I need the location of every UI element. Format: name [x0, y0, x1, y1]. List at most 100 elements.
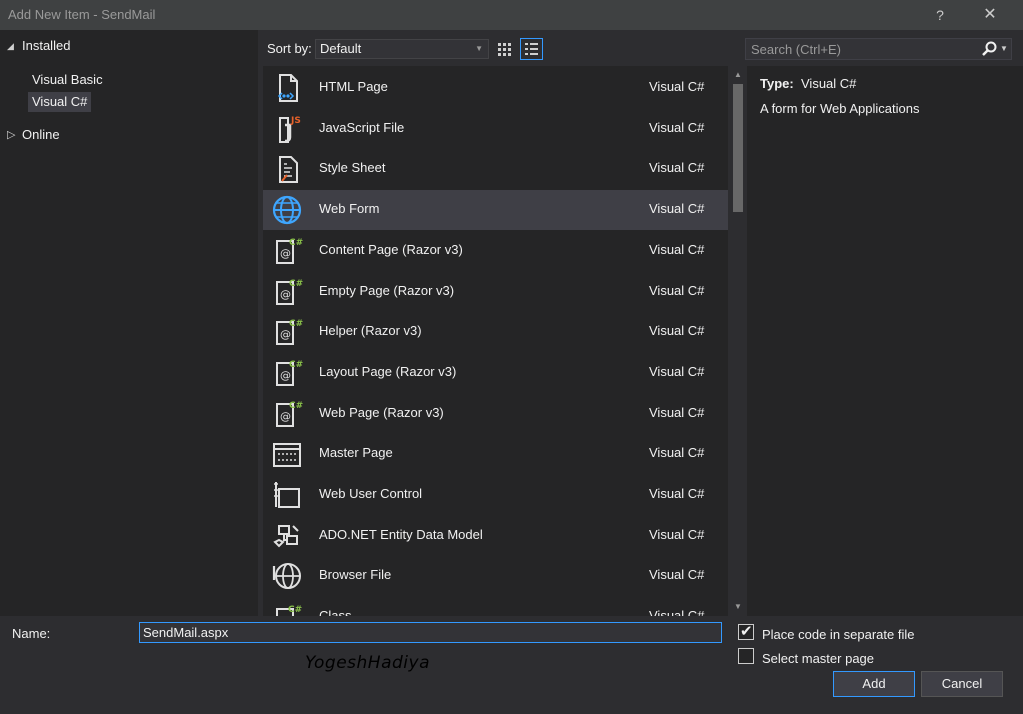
template-item-language: Visual C#	[649, 201, 705, 217]
template-item[interactable]: Browser File Visual C#	[263, 556, 728, 596]
template-item-language: Visual C#	[649, 608, 705, 616]
search-options-chevron-icon[interactable]: ▼	[1000, 44, 1008, 53]
details-view-button[interactable]	[520, 38, 543, 60]
scroll-thumb[interactable]	[733, 84, 743, 212]
template-item[interactable]: @ C# Empty Page (Razor v3) Visual C#	[263, 272, 728, 312]
template-item-language: Visual C#	[649, 160, 705, 176]
razor-page-icon: @ C#	[271, 357, 303, 389]
style-sheet-icon	[271, 153, 303, 185]
type-value: Visual C#	[801, 76, 857, 91]
svg-text:@: @	[280, 369, 291, 382]
template-item[interactable]: Web Form Visual C#	[263, 190, 728, 231]
details-pane: Type: Visual C# A form for Web Applicati…	[747, 66, 1023, 616]
search-icon[interactable]	[980, 41, 998, 57]
search-box[interactable]: Search (Ctrl+E) ▼	[745, 38, 1012, 60]
template-item-name: ADO.NET Entity Data Model	[319, 526, 483, 542]
title-bar: Add New Item - SendMail ? ✕	[0, 0, 1023, 30]
template-item-language: Visual C#	[649, 567, 705, 583]
place-code-checkbox[interactable]: ✔	[738, 623, 754, 640]
template-item[interactable]: HTML Page Visual C#	[263, 68, 728, 108]
list-view-icon	[525, 43, 538, 55]
svg-text:C#: C#	[288, 605, 302, 615]
template-item[interactable]: Style Sheet Visual C#	[263, 149, 728, 189]
razor-page-icon: @ C#	[271, 235, 303, 267]
template-list: HTML Page Visual C# JS JavaScript File Visua…	[263, 66, 728, 616]
tree-item-visual-csharp[interactable]: Visual C#	[28, 92, 92, 112]
svg-text:C#: C#	[289, 401, 303, 411]
add-button[interactable]: Add	[833, 671, 915, 697]
help-button[interactable]: ?	[930, 5, 950, 25]
type-label: Type:	[760, 76, 794, 91]
template-item-language: Visual C#	[649, 486, 705, 501]
template-item[interactable]: ADO.NET Entity Data Model Visual C#	[263, 516, 728, 556]
template-item-language: Visual C#	[649, 526, 705, 542]
template-item-name: Master Page	[319, 445, 393, 461]
razor-page-icon: @ C#	[271, 276, 303, 308]
master-page-icon	[271, 438, 303, 470]
chevron-down-icon: ▼	[475, 44, 483, 53]
svg-text:@: @	[280, 288, 291, 301]
template-item-language: Visual C#	[649, 119, 705, 135]
template-item-name: Class	[319, 608, 352, 616]
template-tree: ◢ Installed Visual Basic Visual C# ▷ Onl…	[0, 30, 258, 616]
place-code-label[interactable]: Place code in separate file	[762, 627, 914, 642]
expanded-arrow-icon[interactable]: ◢	[7, 36, 14, 56]
template-item-language: Visual C#	[649, 323, 705, 339]
sort-value: Default	[320, 41, 362, 56]
template-item-name: JavaScript File	[319, 119, 405, 135]
master-page-label[interactable]: Select master page	[762, 651, 874, 666]
close-button[interactable]: ✕	[980, 5, 1000, 25]
template-item-name: Style Sheet	[319, 160, 386, 176]
class-icon: C#	[271, 601, 303, 616]
javascript-file-icon: JS	[271, 113, 303, 145]
sort-label: Sort by:	[267, 41, 312, 56]
svg-text:C#: C#	[289, 319, 303, 329]
watermark-signature: YogeshHadiya	[305, 653, 430, 673]
template-item-language: Visual C#	[649, 282, 705, 298]
item-description: A form for Web Applications	[760, 101, 920, 116]
template-item[interactable]: Master Page Visual C#	[263, 434, 728, 474]
scroll-down-icon[interactable]: ▼	[730, 600, 746, 614]
name-input[interactable]	[139, 622, 722, 643]
template-item-language: Visual C#	[649, 79, 705, 94]
list-scrollbar[interactable]: ▲ ▼	[730, 66, 746, 616]
template-item-language: Visual C#	[649, 445, 705, 461]
svg-text:JS: JS	[290, 116, 301, 126]
template-item[interactable]: @ C# Layout Page (Razor v3) Visual C#	[263, 353, 728, 393]
globe-icon	[271, 194, 303, 226]
search-placeholder: Search (Ctrl+E)	[751, 42, 841, 57]
template-item[interactable]: Web User Control Visual C#	[263, 475, 728, 515]
template-item[interactable]: @ C# Web Page (Razor v3) Visual C#	[263, 394, 728, 434]
entity-model-icon	[271, 520, 303, 552]
medium-icons-view-button[interactable]	[493, 38, 516, 60]
template-item-language: Visual C#	[649, 363, 705, 379]
tree-item-online[interactable]: Online	[18, 125, 64, 145]
template-item[interactable]: JS JavaScript File Visual C#	[263, 109, 728, 149]
cancel-button[interactable]: Cancel	[921, 671, 1003, 697]
svg-text:@: @	[280, 410, 291, 423]
template-item-name: Web User Control	[319, 486, 423, 501]
template-item-name: HTML Page	[319, 79, 388, 94]
template-item-name: Empty Page (Razor v3)	[319, 282, 455, 298]
browser-file-icon	[271, 560, 303, 592]
tree-item-installed[interactable]: Installed	[18, 36, 74, 56]
template-item[interactable]: @ C# Helper (Razor v3) Visual C#	[263, 312, 728, 352]
collapsed-arrow-icon[interactable]: ▷	[7, 125, 15, 145]
master-page-checkbox[interactable]	[738, 648, 754, 664]
razor-page-icon: @ C#	[271, 316, 303, 348]
tree-item-visual-basic[interactable]: Visual Basic	[28, 70, 107, 90]
template-item-name: Layout Page (Razor v3)	[319, 363, 457, 379]
template-item[interactable]: C# Class Visual C#	[263, 597, 728, 616]
scroll-up-icon[interactable]: ▲	[730, 68, 746, 82]
svg-text:@: @	[280, 247, 291, 260]
sort-dropdown[interactable]: Default ▼	[315, 39, 489, 59]
svg-text:C#: C#	[289, 279, 303, 289]
name-label: Name:	[12, 626, 51, 641]
svg-text:@: @	[280, 328, 291, 341]
template-item[interactable]: @ C# Content Page (Razor v3) Visual C#	[263, 231, 728, 271]
template-item-name: Web Form	[319, 201, 380, 217]
template-item-language: Visual C#	[649, 241, 705, 257]
html-page-icon	[271, 72, 303, 104]
checkmark-icon: ✔	[740, 623, 753, 640]
svg-text:C#: C#	[289, 238, 303, 248]
